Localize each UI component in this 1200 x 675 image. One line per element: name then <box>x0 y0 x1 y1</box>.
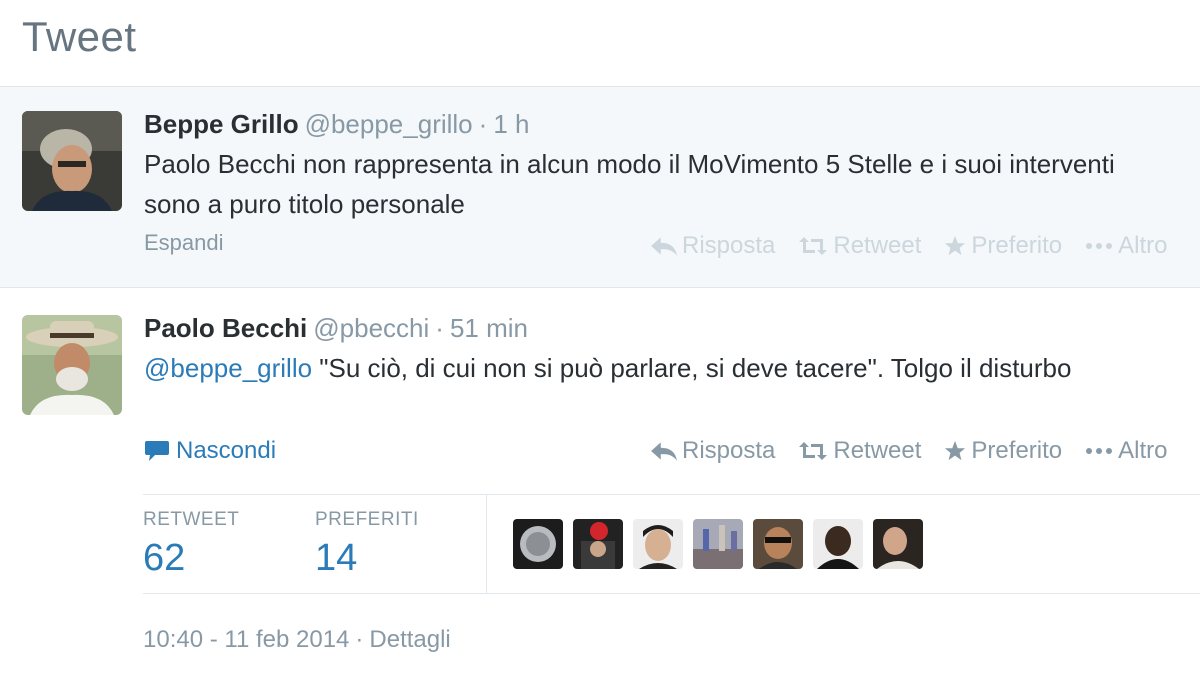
mention-link[interactable]: @beppe_grillo <box>144 353 312 383</box>
more-dots-icon <box>1086 243 1113 249</box>
expand-link[interactable]: Espandi <box>144 230 224 256</box>
tweet-actions: Risposta Retweet Preferito Altro <box>650 437 1189 465</box>
tweet-header: Paolo Becchi @pbecchi · 51 min <box>144 313 528 344</box>
user-avatar[interactable] <box>753 519 803 569</box>
reply-label: Risposta <box>682 437 776 464</box>
tweet-header: Beppe Grillo @beppe_grillo · 1 h <box>144 109 529 140</box>
favorite-button[interactable]: Preferito <box>943 232 1062 260</box>
tweet-timestamp: 10:40 - 11 feb 2014 <box>143 626 350 653</box>
more-dots-icon <box>1086 448 1113 454</box>
user-faces <box>513 519 933 569</box>
author-fullname[interactable]: Beppe Grillo <box>144 109 299 139</box>
page-title: Tweet <box>22 13 137 60</box>
tweet-text: @beppe_grillo "Su ciò, di cui non si può… <box>144 348 1164 388</box>
retweet-stat[interactable]: RETWEET 62 <box>143 509 239 580</box>
tweet-text: Paolo Becchi non rappresenta in alcun mo… <box>144 149 1115 219</box>
user-avatar[interactable] <box>633 519 683 569</box>
tweet-stats: RETWEET 62 PREFERITI 14 <box>143 494 1200 594</box>
retweet-stat-label: RETWEET <box>143 509 240 530</box>
retweet-icon <box>799 237 828 255</box>
tweet-actions: Risposta Retweet Preferito Altro <box>650 232 1189 260</box>
separator-dot: · <box>435 313 444 343</box>
retweet-label: Retweet <box>833 437 922 464</box>
more-button[interactable]: Altro <box>1084 437 1167 465</box>
hide-label: Nascondi <box>176 437 277 464</box>
retweet-count: 62 <box>143 537 186 579</box>
user-avatar[interactable] <box>693 519 743 569</box>
author-fullname[interactable]: Paolo Becchi <box>144 313 307 343</box>
tweet-footer: 10:40 - 11 feb 2014 · Dettagli <box>143 626 451 654</box>
reply-button[interactable]: Risposta <box>650 232 775 260</box>
more-label: Altro <box>1118 232 1168 259</box>
reply-icon <box>651 442 677 461</box>
tweet-beppe-grillo[interactable]: Beppe Grillo @beppe_grillo · 1 h Paolo Becc… <box>0 87 1200 288</box>
favorite-stat[interactable]: PREFERITI 14 <box>315 509 419 580</box>
stats-divider <box>486 495 487 593</box>
reply-button[interactable]: Risposta <box>650 437 775 465</box>
reply-icon <box>651 237 677 256</box>
tweet-paolo-becchi[interactable]: Paolo Becchi @pbecchi · 51 min @beppe_grill… <box>0 289 1200 675</box>
user-avatar[interactable] <box>573 519 623 569</box>
star-icon <box>945 440 966 461</box>
tweet-time[interactable]: 51 min <box>450 313 528 343</box>
separator-dot: · <box>355 626 364 653</box>
more-button[interactable]: Altro <box>1084 232 1167 260</box>
separator-dot: · <box>478 109 488 139</box>
hide-conversation-link[interactable]: Nascondi <box>144 437 276 465</box>
speech-bubble-icon <box>145 441 169 461</box>
star-icon <box>945 235 966 256</box>
retweet-button[interactable]: Retweet <box>797 232 921 260</box>
more-label: Altro <box>1118 437 1168 464</box>
avatar[interactable] <box>22 111 122 211</box>
favorite-stat-label: PREFERITI <box>315 509 419 530</box>
retweet-button[interactable]: Retweet <box>797 437 921 465</box>
favorite-button[interactable]: Preferito <box>943 437 1062 465</box>
user-avatar[interactable] <box>513 519 563 569</box>
details-link[interactable]: Dettagli <box>369 626 450 653</box>
user-avatar[interactable] <box>873 519 923 569</box>
reply-label: Risposta <box>682 232 776 259</box>
retweet-icon <box>799 442 828 460</box>
avatar[interactable] <box>22 315 122 415</box>
page-header: Tweet <box>0 0 1200 87</box>
tweet-text-body: "Su ciò, di cui non si può parlare, si d… <box>312 353 1072 383</box>
author-username[interactable]: @pbecchi <box>313 313 429 343</box>
author-username[interactable]: @beppe_grillo <box>305 109 473 139</box>
favorite-label: Preferito <box>971 232 1063 259</box>
retweet-label: Retweet <box>833 232 922 259</box>
tweet-time[interactable]: 1 h <box>493 109 529 139</box>
user-avatar[interactable] <box>813 519 863 569</box>
favorite-label: Preferito <box>971 437 1063 464</box>
favorite-count: 14 <box>315 537 358 579</box>
